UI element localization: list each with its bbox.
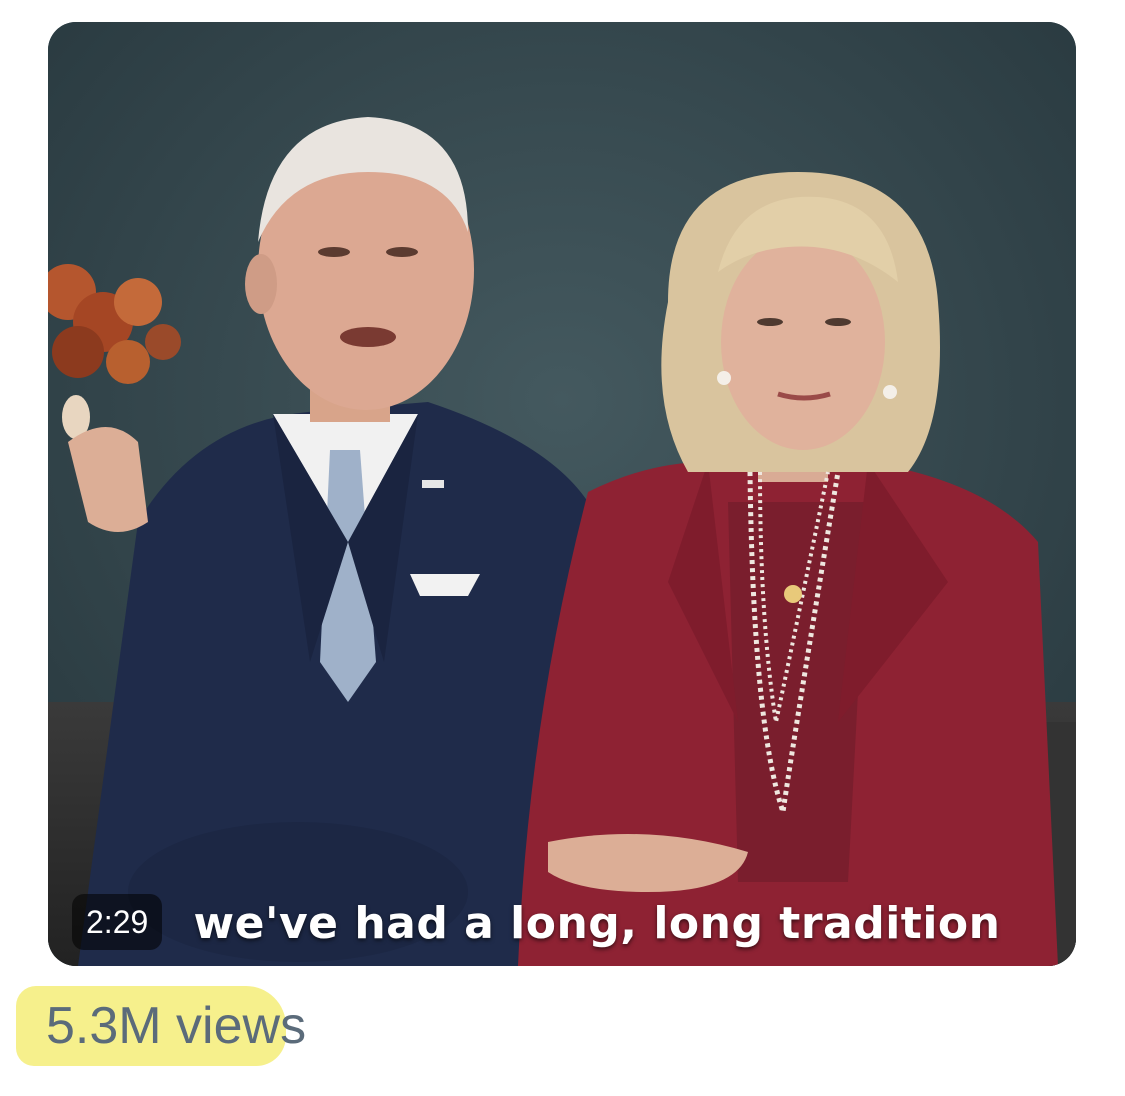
- video-player[interactable]: 2:29 we've had a long, long tradition: [48, 22, 1076, 966]
- view-count: 5.3M views: [16, 986, 307, 1066]
- video-caption: we've had a long, long tradition: [193, 898, 1001, 949]
- view-count-text: 5.3M views: [46, 997, 307, 1055]
- video-thumbnail: [48, 22, 1076, 966]
